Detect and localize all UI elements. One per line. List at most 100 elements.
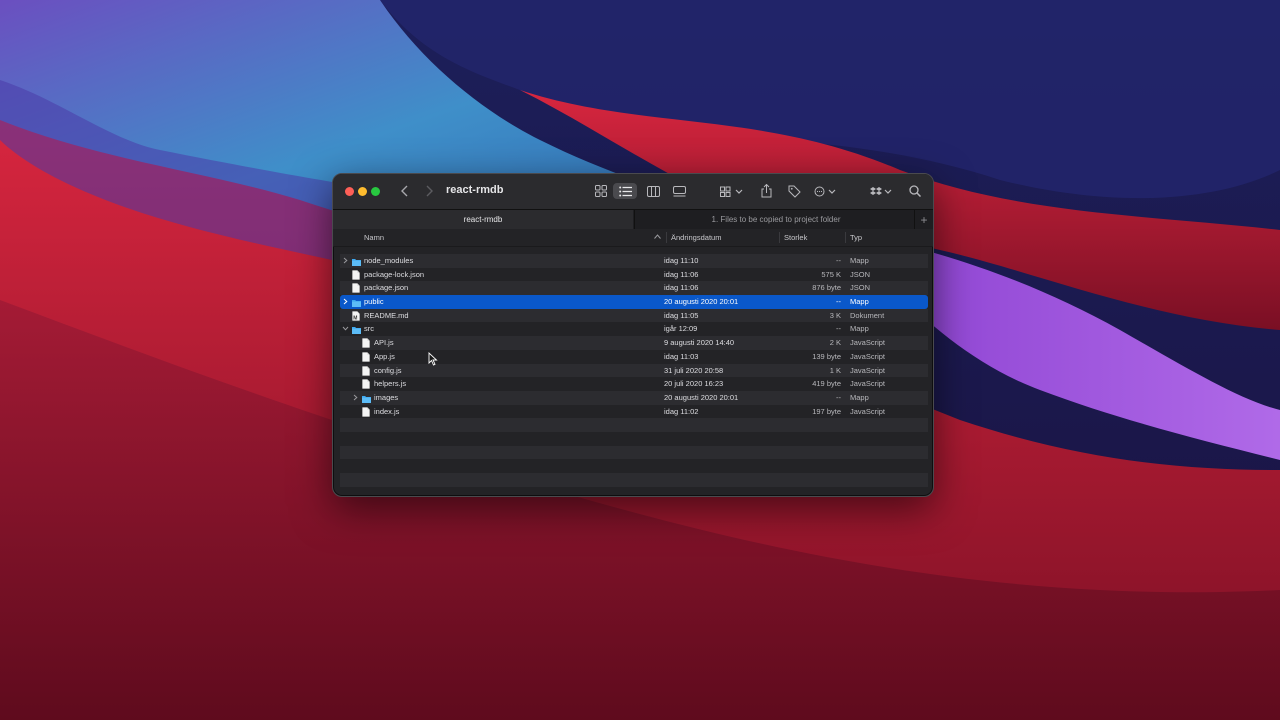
file-size: -- (836, 324, 841, 334)
file-name: App.js (374, 351, 395, 361)
file-date: idag 11:03 (664, 351, 699, 361)
close-button[interactable] (345, 187, 354, 196)
dropbox-icon (870, 186, 892, 195)
empty-row (340, 459, 928, 473)
file-name: node_modules (364, 256, 414, 265)
action-menu-button[interactable] (813, 183, 839, 199)
file-size: 1 K (829, 365, 841, 375)
tag-button[interactable] (786, 183, 802, 199)
file-name: config.js (374, 365, 402, 375)
file-row[interactable]: src igår 12:09 -- Mapp (340, 322, 928, 336)
file-icon (362, 338, 371, 348)
file-type: Mapp (850, 297, 869, 307)
file-row[interactable]: index.js idag 11:02 197 byte JavaScript (340, 405, 928, 419)
file-date: idag 11:06 (664, 269, 699, 279)
chevron-right-icon (426, 185, 433, 197)
file-size: 876 byte (812, 283, 841, 293)
forward-button[interactable] (421, 183, 437, 199)
file-row[interactable]: node_modules idag 11:10 -- Mapp (340, 254, 928, 268)
file-name: images (374, 392, 399, 402)
disclosure-collapsed-icon[interactable] (341, 254, 349, 268)
folder-icon (352, 298, 361, 308)
dropbox-button[interactable] (869, 183, 895, 199)
file-date: 20 augusti 2020 20:01 (664, 297, 739, 307)
column-date-header[interactable]: Ändringsdatum (671, 229, 721, 246)
file-row[interactable]: images 20 augusti 2020 20:01 -- Mapp (340, 390, 928, 405)
file-date: 31 juli 2020 20:58 (664, 365, 724, 375)
file-type: JavaScript (850, 351, 886, 361)
file-type: JavaScript (850, 365, 886, 375)
file-name: public (364, 297, 384, 307)
disclosure-collapsed-icon[interactable] (341, 295, 349, 309)
file-icon (352, 269, 361, 280)
file-icon (352, 283, 361, 294)
markdown-file-icon: M (352, 311, 361, 321)
file-date: idag 11:05 (664, 310, 699, 320)
disclosure-expanded-icon[interactable] (341, 322, 349, 336)
file-row[interactable]: public 20 augusti 2020 20:01 -- Mapp (340, 295, 928, 309)
share-icon (761, 184, 771, 198)
gallery-view-button[interactable] (671, 183, 687, 199)
back-button[interactable] (397, 183, 413, 199)
file-name: API.js (374, 338, 394, 348)
file-row[interactable]: helpers.js 20 juli 2020 16:23 419 byte Java… (340, 377, 928, 391)
column-divider[interactable] (666, 232, 667, 243)
file-date: 20 augusti 2020 20:01 (664, 392, 739, 402)
share-button[interactable] (758, 183, 774, 199)
file-name: README.md (364, 310, 409, 320)
column-view-icon (646, 185, 660, 197)
svg-text:M: M (353, 315, 357, 321)
column-name-header[interactable]: Namn (364, 229, 384, 246)
column-divider[interactable] (779, 232, 780, 243)
group-icon (720, 186, 743, 197)
maximize-button[interactable] (371, 187, 380, 196)
file-date: igår 12:09 (664, 324, 698, 334)
file-name: helpers.js (374, 379, 407, 389)
action-menu-icon (814, 186, 836, 196)
tab-files-to-copy[interactable]: 1. Files to be copied to project folder (634, 210, 917, 230)
file-row[interactable]: package.json idag 11:06 876 byte JSON (340, 281, 928, 296)
file-date: idag 11:02 (664, 406, 699, 416)
list-view-button[interactable] (613, 183, 637, 199)
file-date: 9 augusti 2020 14:40 (664, 338, 735, 348)
file-date: idag 11:10 (664, 256, 699, 265)
file-type: Mapp (850, 392, 869, 402)
group-button[interactable] (719, 183, 745, 199)
file-name: package-lock.json (364, 269, 425, 279)
file-type: Mapp (850, 324, 869, 334)
file-size: 2 K (829, 338, 841, 348)
disclosure-collapsed-icon[interactable] (351, 391, 359, 405)
column-header: Namn Ändringsdatum Storlek Typ (333, 229, 933, 247)
icon-view-button[interactable] (593, 183, 609, 199)
new-tab-button[interactable]: + (914, 210, 933, 230)
file-type: Mapp (850, 256, 869, 265)
sort-ascending-icon (654, 229, 661, 246)
column-view-button[interactable] (645, 183, 661, 199)
file-icon (362, 406, 371, 417)
file-row[interactable]: M README.md idag 11:05 3 K Dokument (340, 308, 928, 323)
file-type: JavaScript (850, 406, 886, 416)
minimize-button[interactable] (358, 187, 367, 196)
column-type-header[interactable]: Typ (850, 229, 862, 246)
file-row[interactable]: API.js 9 augusti 2020 14:40 2 K JavaScript (340, 336, 928, 350)
file-date: idag 11:06 (664, 283, 699, 293)
search-button[interactable] (907, 183, 923, 199)
titlebar: react-rmdb (333, 174, 933, 209)
grid-view-icon (595, 185, 607, 197)
file-type: JavaScript (850, 338, 886, 348)
file-type: JSON (850, 269, 871, 279)
empty-row (340, 445, 928, 460)
column-divider[interactable] (845, 232, 846, 243)
file-size: -- (836, 297, 841, 307)
folder-icon (362, 394, 371, 404)
file-row[interactable]: package-lock.json idag 11:06 575 K JSON (340, 268, 928, 282)
tab-react-rmdb[interactable]: react-rmdb (333, 210, 633, 230)
plus-icon: + (920, 213, 928, 227)
file-size: -- (836, 256, 841, 265)
file-name: index.js (374, 406, 400, 416)
column-size-header[interactable]: Storlek (784, 229, 807, 246)
search-icon (909, 185, 921, 197)
finder-window: react-rmdb react-rmdb 1. Files to be cop… (332, 173, 934, 497)
file-name: package.json (364, 283, 409, 293)
chevron-left-icon (401, 185, 408, 197)
